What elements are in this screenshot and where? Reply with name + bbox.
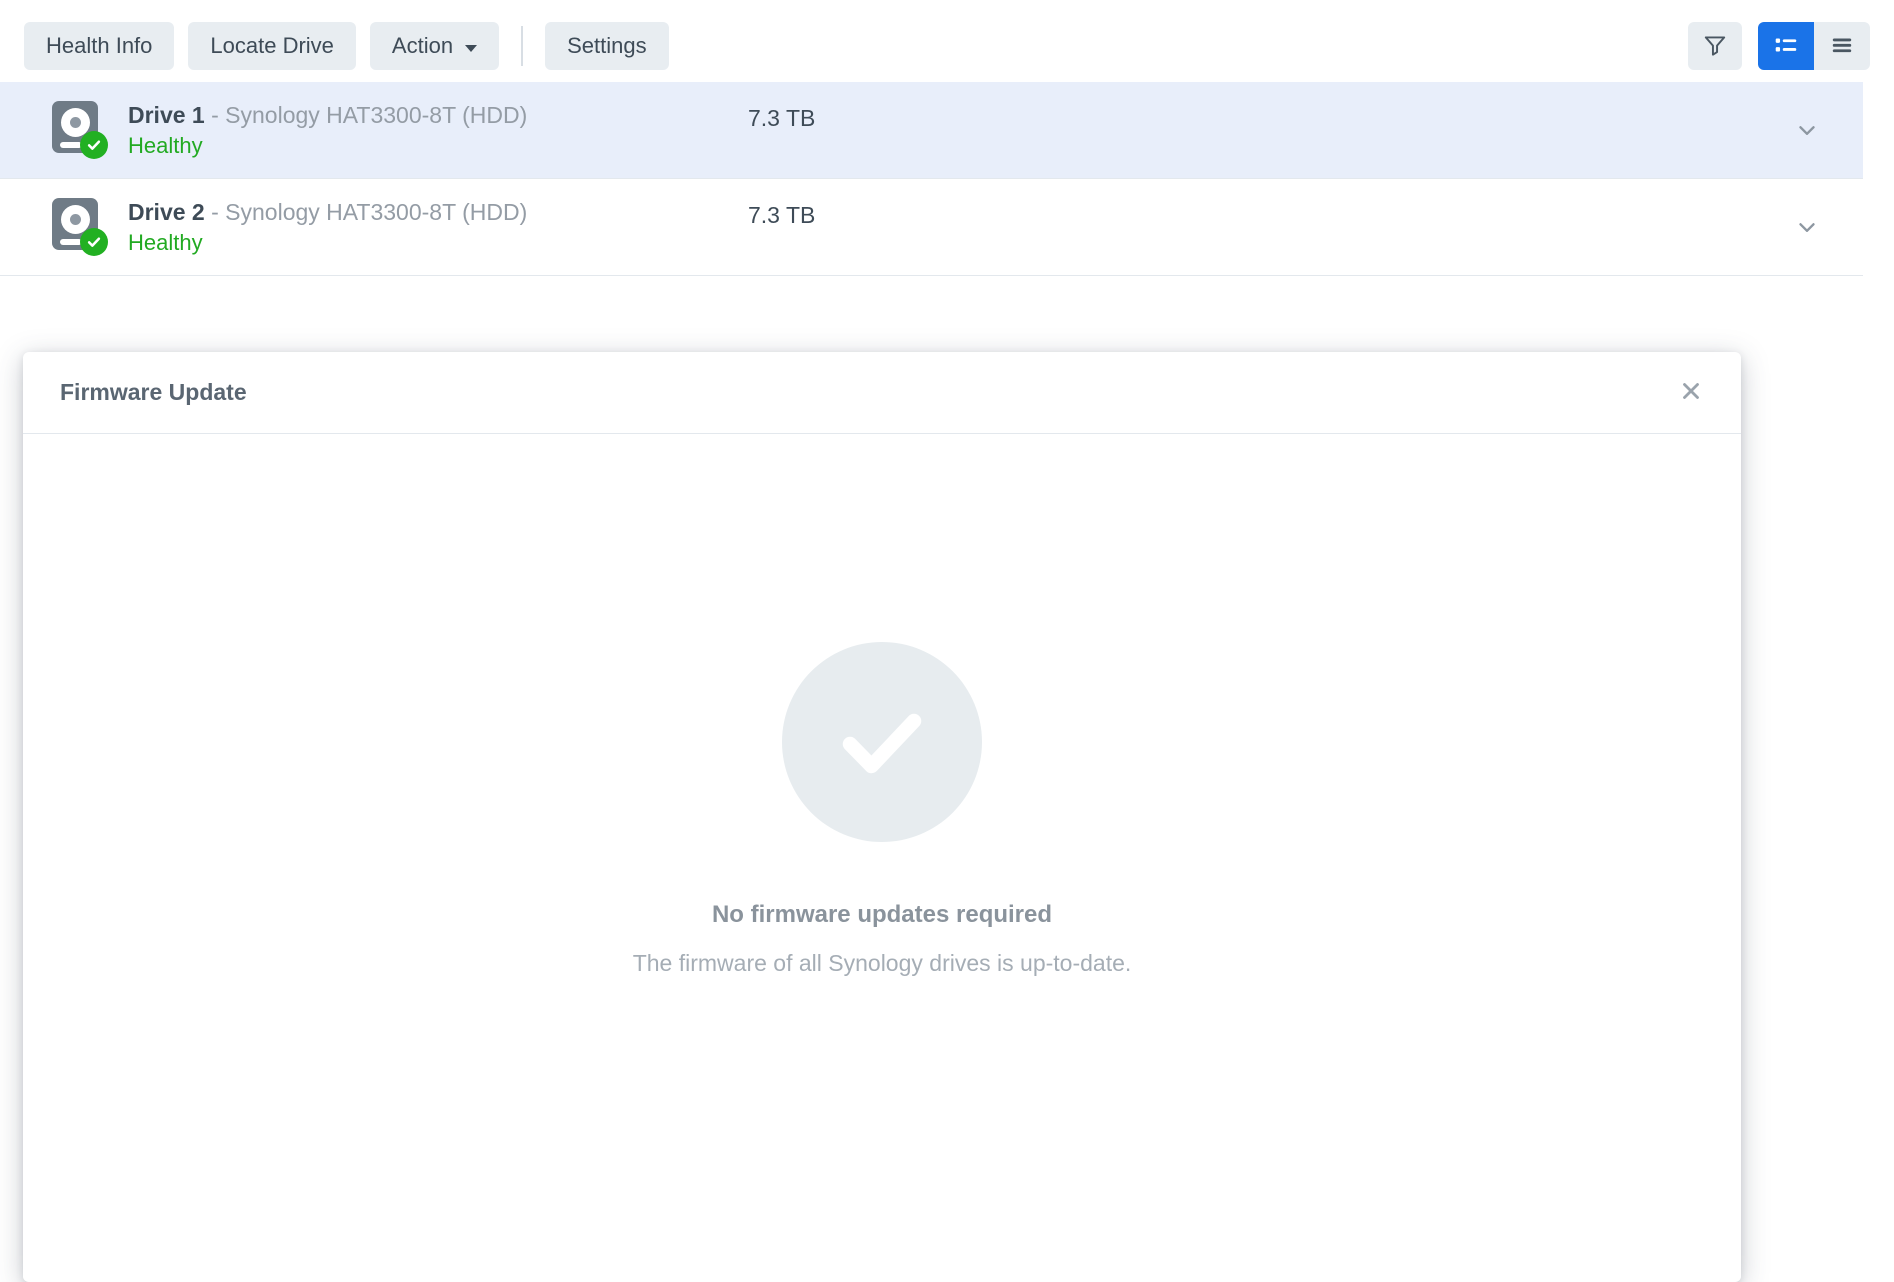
settings-label: Settings	[567, 33, 647, 58]
drive-name: Drive 2	[128, 199, 205, 225]
list-view-icon	[1773, 32, 1799, 61]
drive-capacity: 7.3 TB	[748, 105, 816, 131]
empty-state-title: No firmware updates required	[711, 901, 1053, 928]
healthy-check-badge-icon	[80, 228, 108, 256]
toolbar-left-group: Health Info Locate Drive Action Settings	[24, 22, 669, 70]
action-label: Action	[391, 33, 454, 58]
hdd-icon	[52, 101, 108, 159]
hdd-label-bar-shape	[60, 142, 82, 148]
hamburger-menu-icon	[1829, 32, 1855, 61]
hdd-icon	[52, 198, 108, 256]
expand-row-chevron-down-icon[interactable]	[1793, 213, 1821, 241]
close-icon	[1678, 378, 1704, 407]
drive-toolbar: Health Info Locate Drive Action Settings	[0, 0, 1894, 82]
table-row[interactable]: Drive 2 - Synology HAT3300-8T (HDD) Heal…	[0, 179, 1863, 276]
settings-button[interactable]: Settings	[545, 22, 669, 70]
drive-info: Drive 1 - Synology HAT3300-8T (HDD) Heal…	[128, 101, 527, 159]
health-info-button[interactable]: Health Info	[24, 22, 175, 70]
toolbar-right-group	[1688, 22, 1870, 70]
hdd-label-bar-shape	[60, 239, 82, 245]
table-row[interactable]: Drive 1 - Synology HAT3300-8T (HDD) Heal…	[0, 82, 1863, 179]
drive-model: Synology HAT3300-8T (HDD)	[225, 199, 528, 225]
drive-name: Drive 1	[128, 102, 205, 128]
firmware-update-dialog: Firmware Update No firmware updates requ…	[23, 352, 1741, 1282]
dialog-body: No firmware updates required The firmwar…	[23, 434, 1741, 1281]
drive-title-line: Drive 1 - Synology HAT3300-8T (HDD)	[128, 101, 527, 129]
dialog-header: Firmware Update	[23, 352, 1741, 434]
locate-drive-button[interactable]: Locate Drive	[188, 22, 356, 70]
hdd-spindle-shape	[70, 214, 81, 225]
hdd-spindle-shape	[70, 117, 81, 128]
filter-button[interactable]	[1688, 22, 1742, 70]
health-info-label: Health Info	[46, 33, 153, 58]
healthy-check-badge-icon	[80, 131, 108, 159]
drive-info: Drive 2 - Synology HAT3300-8T (HDD) Heal…	[128, 198, 527, 256]
status-badge: Healthy	[128, 230, 203, 255]
drive-separator: -	[211, 199, 219, 225]
menu-view-button[interactable]	[1814, 22, 1870, 70]
status-badge: Healthy	[128, 133, 203, 158]
empty-state: No firmware updates required The firmwar…	[23, 642, 1741, 977]
filter-icon	[1702, 32, 1728, 61]
drive-list: Drive 1 - Synology HAT3300-8T (HDD) Heal…	[0, 82, 1863, 276]
locate-drive-label: Locate Drive	[210, 33, 334, 58]
empty-state-subtitle: The firmware of all Synology drives is u…	[632, 950, 1132, 976]
drive-separator: -	[211, 102, 219, 128]
expand-row-chevron-down-icon[interactable]	[1793, 116, 1821, 144]
action-button[interactable]: Action	[369, 22, 500, 70]
drive-capacity: 7.3 TB	[748, 202, 816, 228]
drive-title-line: Drive 2 - Synology HAT3300-8T (HDD)	[128, 198, 527, 226]
chevron-down-icon	[465, 44, 478, 52]
toolbar-separator	[521, 26, 524, 66]
page-title: Firmware Update	[60, 379, 247, 405]
view-mode-group	[1758, 22, 1870, 70]
check-circle-icon	[782, 642, 982, 842]
drive-model: Synology HAT3300-8T (HDD)	[225, 102, 528, 128]
close-button[interactable]	[1669, 371, 1713, 415]
list-view-button[interactable]	[1758, 22, 1814, 70]
